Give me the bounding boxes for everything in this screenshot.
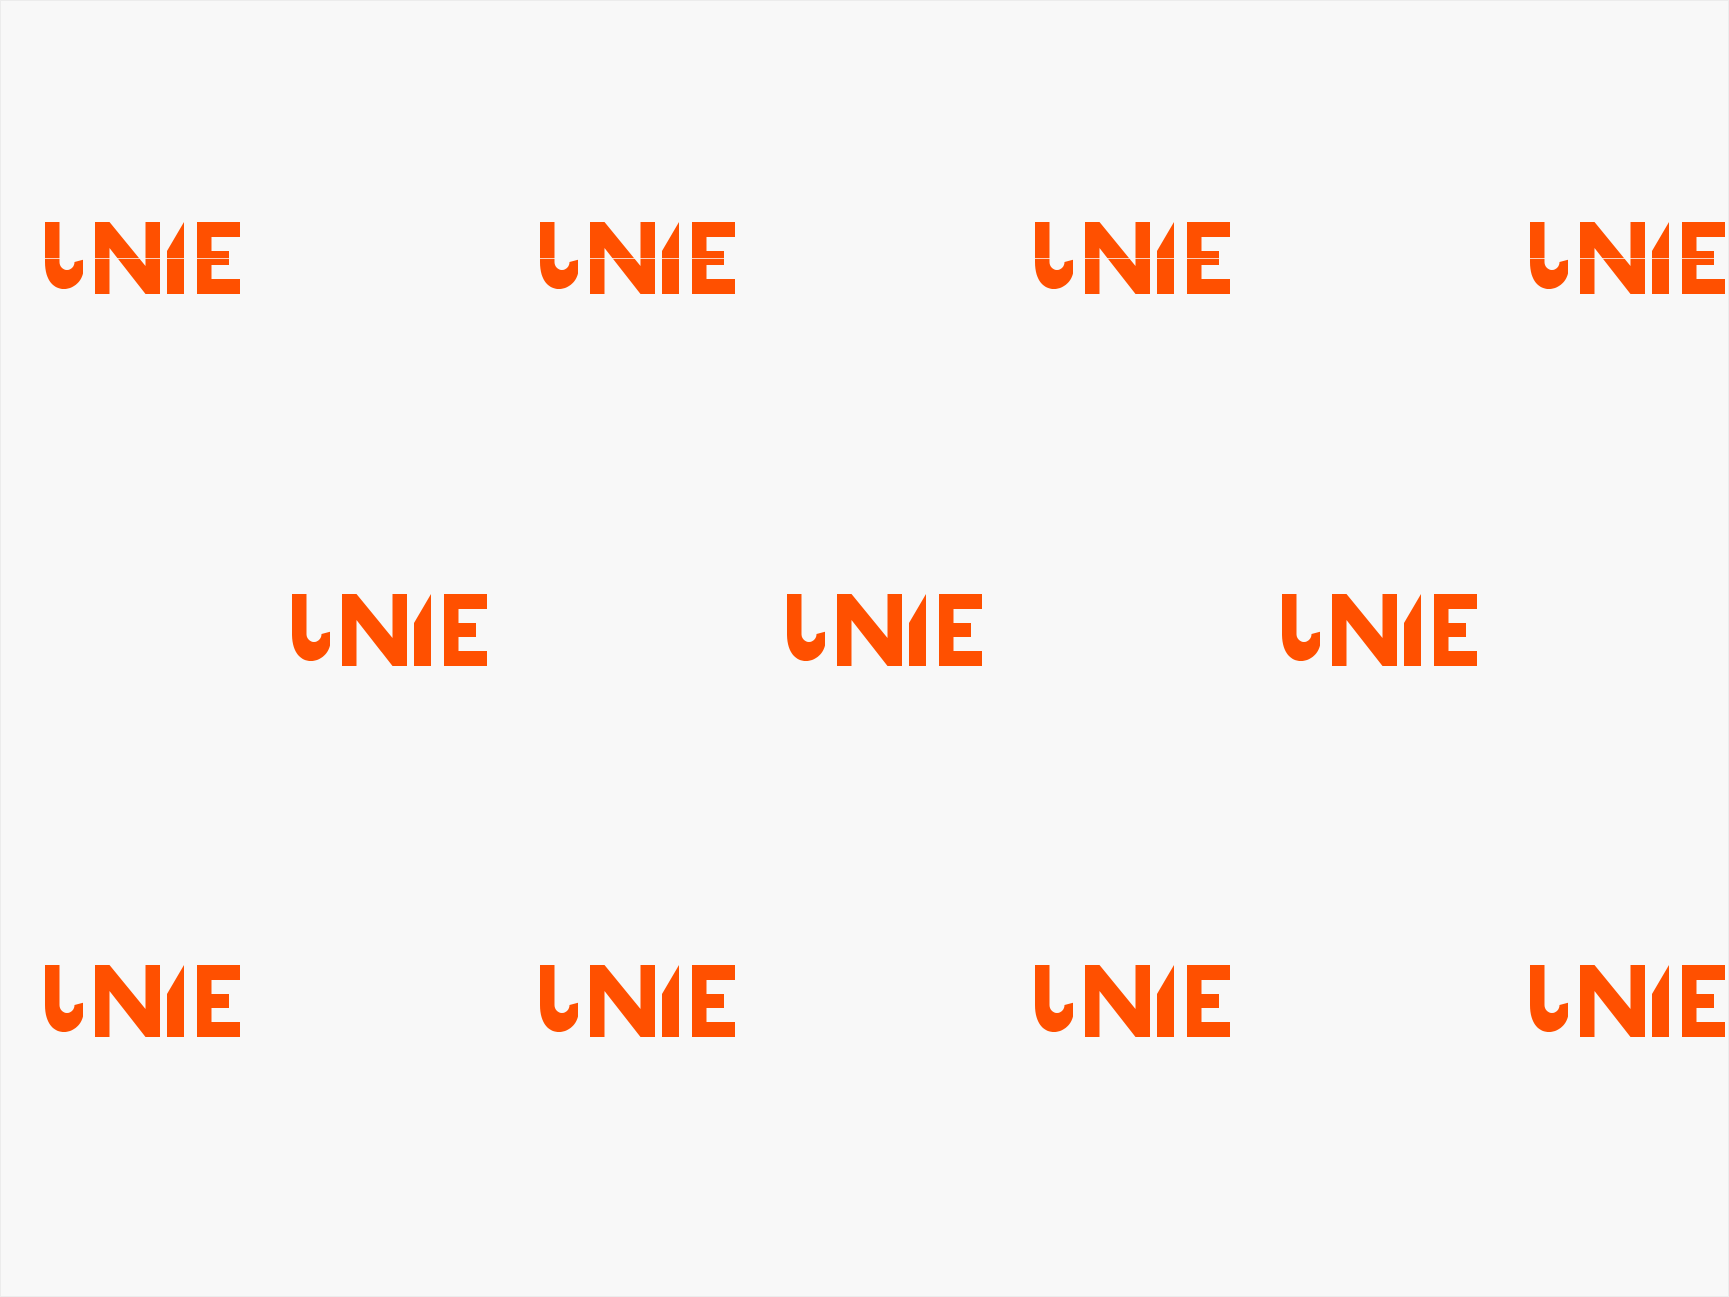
unie-logo (292, 594, 488, 666)
unie-logo (1035, 965, 1231, 1037)
unie-wordmark-icon (1530, 222, 1726, 294)
unie-wordmark-icon (540, 965, 735, 1037)
unie-logo (540, 965, 736, 1037)
unie-logo (45, 222, 241, 294)
unie-wordmark-icon (1035, 222, 1231, 294)
unie-wordmark-icon (292, 594, 487, 666)
unie-logo (540, 222, 736, 294)
unie-logo (1530, 222, 1726, 294)
unie-wordmark-icon (1035, 965, 1230, 1037)
unie-logo (45, 965, 241, 1037)
unie-logo (1530, 965, 1726, 1037)
unie-wordmark-icon (1530, 965, 1725, 1037)
unie-wordmark-icon (45, 965, 240, 1037)
unie-wordmark-icon (1282, 594, 1477, 666)
unie-wordmark-icon (45, 222, 241, 294)
unie-logo (1035, 222, 1231, 294)
unie-logo (787, 594, 983, 666)
unie-logo (1282, 594, 1478, 666)
logo-pattern-canvas (0, 0, 1729, 1297)
unie-wordmark-icon (787, 594, 982, 666)
unie-wordmark-icon (540, 222, 736, 294)
